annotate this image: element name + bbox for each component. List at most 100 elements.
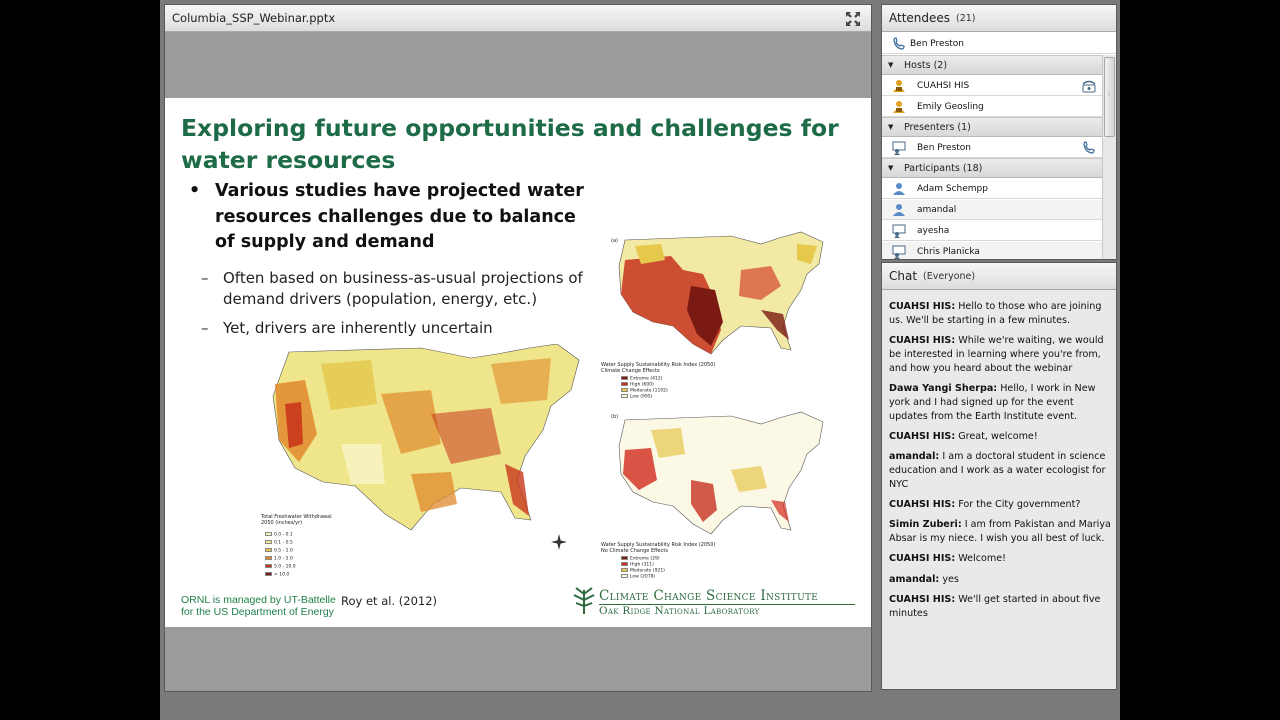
legend-subtitle: No Climate Change Effects (601, 548, 668, 554)
attendee-row[interactable]: Emily Geosling (882, 97, 1102, 117)
slide-title: Exploring future opportunities and chall… (181, 114, 839, 174)
chat-message: CUAHSI HIS: Great, welcome! (889, 430, 1111, 444)
chat-sender: CUAHSI HIS: (889, 499, 956, 511)
legend-item: High (311) (621, 562, 654, 568)
chat-sender: CUAHSI HIS: (889, 335, 956, 347)
risk-map-no-climate-change: (b) Water Supply Sustainability Risk Ind… (601, 410, 831, 590)
legend-swatch (621, 388, 628, 392)
chat-message: Simin Zuberi: I am from Pakistan and Mar… (889, 518, 1111, 546)
chat-sender: CUAHSI HIS: (889, 301, 956, 312)
attendee-row[interactable]: Ben Preston (882, 138, 1102, 158)
legend-item: Extreme (29) (621, 556, 660, 562)
telephone-icon (1082, 80, 1096, 93)
chat-text: Welcome! (958, 553, 1006, 565)
us-map-image (618, 231, 824, 355)
legend-item: 0.1 - 0.5 (265, 540, 293, 546)
collapse-arrow-icon[interactable]: ▼ (888, 61, 893, 69)
attendee-name: Emily Geosling (917, 102, 984, 112)
leaf-logo-icon (573, 587, 595, 614)
legend-swatch (265, 548, 272, 552)
legend-swatch (621, 562, 628, 566)
chat-text: yes (942, 573, 959, 585)
attendee-name: CUAHSI HIS (917, 81, 970, 91)
group-label: Presenters (1) (904, 122, 971, 133)
attendee-name: Ben Preston (917, 143, 972, 153)
legend-swatch (621, 556, 628, 560)
group-hosts[interactable]: ▼ Hosts (2) (882, 55, 1102, 75)
legend-item: 5.0 - 10.0 (265, 564, 296, 570)
attendees-title: Attendees (889, 11, 951, 25)
legend-item: 0.0 - 0.1 (265, 532, 293, 538)
legend-swatch (265, 564, 272, 568)
presentation-slide: Exploring future opportunities and chall… (165, 98, 871, 627)
legend-item: Extreme (412) (621, 376, 662, 382)
sub-bullet: – Yet, drivers are inherently uncertain (201, 318, 603, 339)
freshwater-withdrawal-map: Total Freshwater Withdrawal 2050 (inches… (261, 343, 601, 584)
legend-swatch (265, 556, 272, 560)
legend-swatch (621, 382, 628, 386)
legend-item: Low (2078) (621, 574, 655, 580)
attendee-name: Adam Schempp (917, 184, 988, 194)
attendee-row[interactable]: amandal (882, 200, 1102, 220)
group-participants[interactable]: ▼ Participants (18) (882, 158, 1102, 178)
ornl-footer-note: ORNL is managed by UT-Battelle for the U… (181, 594, 336, 618)
legend-swatch (265, 532, 272, 536)
attendee-row[interactable]: ayesha (882, 221, 1102, 241)
legend-item: Moderate (921) (621, 568, 665, 574)
phone-icon (893, 37, 905, 50)
presenter-icon (892, 141, 906, 155)
sub-bullet-dash: – (201, 319, 209, 337)
attendee-row[interactable]: CUAHSI HIS (882, 76, 1102, 96)
map-label: (a) (611, 238, 618, 244)
logo-line-institute: Climate Change Science Institute (599, 588, 819, 604)
attendees-count: (21) (956, 13, 976, 24)
legend-subtitle: Climate Change Effects (601, 368, 660, 374)
legend-item: Low (995) (621, 394, 652, 400)
logo-line-laboratory: Oak Ridge National Laboratory (599, 605, 760, 617)
attendee-row[interactable]: Chris Planicka (882, 242, 1102, 259)
scrollbar-thumb[interactable]: · · · (1104, 57, 1115, 137)
phone-icon (1083, 141, 1095, 154)
legend-item: 0.5 - 1.0 (265, 548, 293, 554)
chat-header: Chat (Everyone) (882, 263, 1116, 290)
meeting-stage: Columbia_SSP_Webinar.pptx Exploring futu… (160, 0, 1120, 720)
host-user-icon (893, 101, 905, 113)
attendees-scrollbar[interactable]: · · · (1102, 55, 1116, 259)
chat-pod: Chat (Everyone) CUAHSI HIS: Hello to tho… (881, 262, 1117, 690)
chat-message: CUAHSI HIS: Welcome! (889, 552, 1111, 566)
legend-item: > 10.0 (265, 572, 289, 578)
chat-sender: CUAHSI HIS: (889, 553, 956, 565)
chat-text: Great, welcome! (958, 430, 1038, 442)
legend-swatch (265, 540, 272, 544)
attendee-name: amandal (917, 205, 957, 215)
chat-message: amandal: I am a doctoral student in scie… (889, 450, 1111, 491)
fullscreen-arrows-icon[interactable] (845, 11, 861, 27)
attendee-name: ayesha (917, 226, 950, 236)
chat-message: amandal: yes (889, 573, 1111, 587)
legend-swatch (621, 574, 628, 578)
attendee-row[interactable]: Adam Schempp (882, 179, 1102, 199)
chat-sender: CUAHSI HIS: (889, 594, 956, 606)
risk-map-climate-change: (a) Water Supply Sustainability Risk Ind… (601, 230, 831, 410)
host-user-icon (893, 80, 905, 92)
sub-bullet: – Often based on business-as-usual proje… (201, 268, 603, 310)
collapse-arrow-icon[interactable]: ▼ (888, 123, 893, 131)
chat-text: For the City government? (958, 499, 1081, 511)
collapse-arrow-icon[interactable]: ▼ (888, 164, 893, 172)
my-status-row[interactable]: Ben Preston (882, 34, 1116, 54)
chat-sender: amandal: (889, 451, 940, 463)
sub-bullet-text: Yet, drivers are inherently uncertain (223, 319, 493, 337)
legend-item: High (600) (621, 382, 654, 388)
sub-bullet-dash: – (201, 269, 209, 287)
bullet-dot: • (189, 181, 201, 201)
chat-sender: Dawa Yangi Sherpa: (889, 382, 998, 394)
legend-swatch (621, 568, 628, 572)
attendees-header: Attendees (21) (882, 5, 1116, 32)
group-presenters[interactable]: ▼ Presenters (1) (882, 117, 1102, 137)
legend-subtitle: 2050 (inches/yr) (261, 520, 303, 526)
chat-message: CUAHSI HIS: Hello to those who are joini… (889, 300, 1111, 328)
chat-messages: CUAHSI HIS: Hello to those who are joini… (889, 300, 1111, 627)
chat-scope: (Everyone) (923, 271, 976, 282)
share-pod-titlebar: Columbia_SSP_Webinar.pptx (165, 5, 871, 32)
participant-user-icon (893, 204, 905, 216)
